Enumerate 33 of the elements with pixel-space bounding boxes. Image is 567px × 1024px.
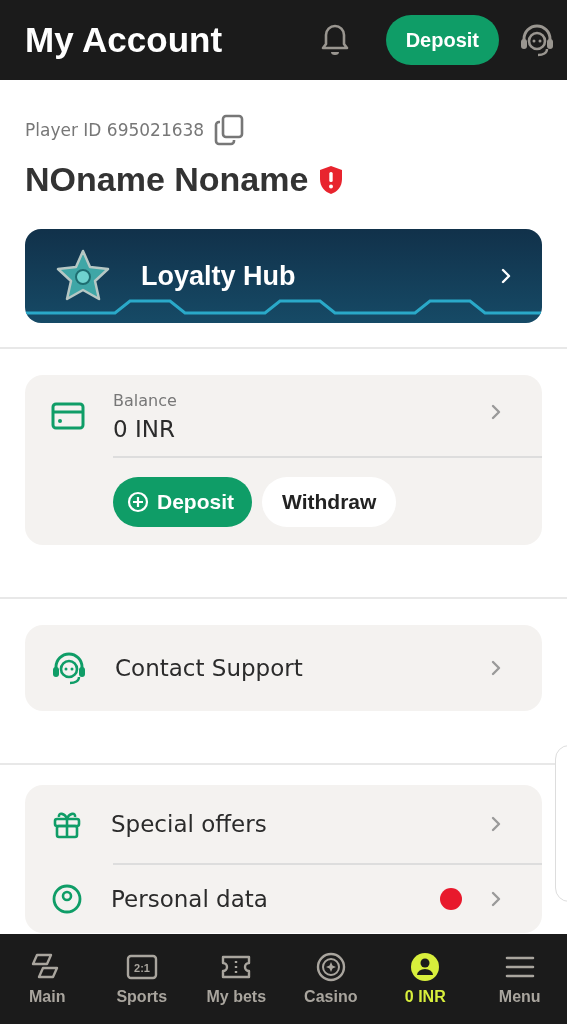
user-icon [409, 952, 442, 982]
bell-icon[interactable] [319, 23, 350, 57]
card-icon [51, 401, 85, 431]
nav-tab[interactable]: 2:1 Sports [94, 934, 189, 1024]
nav-tab[interactable]: 0 INR [378, 934, 473, 1024]
user-name: NOname Noname [25, 160, 309, 199]
loyalty-hub-banner[interactable]: Loyalty Hub [25, 229, 542, 323]
support-card[interactable]: Contact Support [25, 625, 542, 711]
contact-support-label: Contact Support [115, 655, 304, 681]
chevron-icon [490, 659, 502, 677]
nav-tab[interactable]: My bets [189, 934, 284, 1024]
page-title: My Account [25, 20, 224, 60]
balance-label: Balance [113, 391, 178, 410]
chip-icon [314, 952, 347, 982]
nav-tab[interactable]: Main [0, 934, 95, 1024]
chevron-icon [490, 815, 502, 833]
nav-tab[interactable]: Menu [472, 934, 567, 1024]
menu-item[interactable]: Special offers [25, 785, 542, 863]
balance-amount: 0 INR [113, 416, 176, 442]
player-id: Player ID 695021638 [25, 120, 205, 140]
nav-tab[interactable]: Casino [283, 934, 378, 1024]
star-icon [55, 249, 111, 303]
menu-item[interactable]: Personal data [25, 865, 542, 933]
plus-icon [127, 491, 149, 513]
chevron-icon [490, 403, 502, 421]
headset-icon[interactable] [519, 23, 555, 57]
scoreboard-icon: 2:1 [125, 952, 158, 982]
headset-icon [51, 651, 87, 685]
withdraw-button[interactable]: Withdraw [262, 477, 397, 527]
copy-icon[interactable] [214, 114, 245, 146]
chevron-icon [490, 890, 502, 908]
user-icon [51, 883, 83, 915]
chevron-icon [500, 267, 512, 285]
